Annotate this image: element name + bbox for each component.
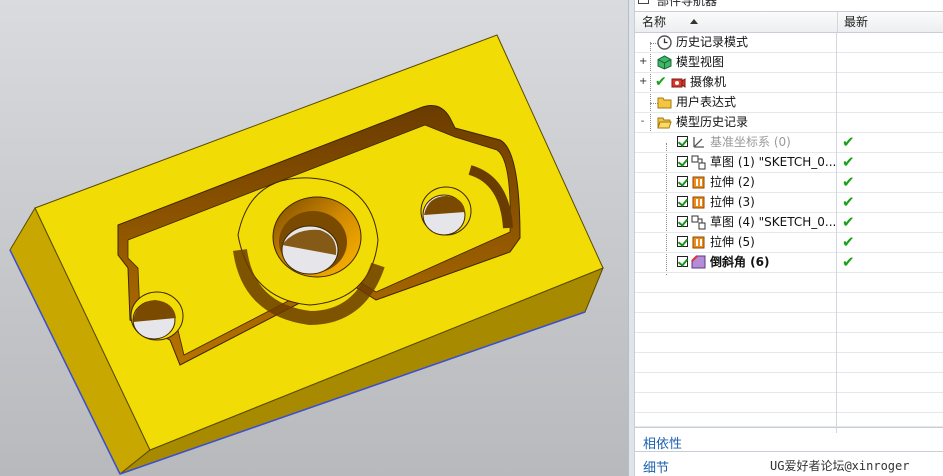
up-to-date-check-icon: ✔ [842, 213, 855, 231]
details-section[interactable]: 细节 UG爱好者论坛@xinroger [635, 451, 943, 476]
empty-row [635, 353, 943, 373]
up-to-date-check-icon: ✔ [842, 153, 855, 171]
node-label: 基准坐标系 (0) [710, 135, 791, 149]
sketch-icon [691, 215, 706, 230]
empty-row [635, 273, 943, 293]
empty-row [635, 313, 943, 333]
tree-node-extrude-2[interactable]: 拉伸 (2) ✔ [635, 173, 943, 193]
node-label: 摄像机 [690, 75, 727, 89]
node-label: 模型视图 [676, 55, 725, 69]
model-view-icon [657, 55, 672, 70]
tree-node-model-history[interactable]: - 模型历史记录 [635, 113, 943, 133]
visibility-checkbox[interactable] [677, 236, 688, 247]
visibility-checkbox[interactable] [677, 216, 688, 227]
camera-icon [671, 75, 686, 90]
up-to-date-check-icon: ✔ [842, 193, 855, 211]
sort-ascending-icon [690, 19, 698, 24]
expand-icon[interactable]: + [639, 77, 647, 87]
tree-node-sketch-1[interactable]: 草图 (1) "SKETCH_0... ✔ [635, 153, 943, 173]
visibility-checkbox[interactable] [677, 196, 688, 207]
watermark-text: UG爱好者论坛@xinroger [770, 459, 910, 473]
tree-node-cameras[interactable]: + ✔ 摄像机 [635, 73, 943, 93]
navigator-title: 部件导航器 [657, 0, 718, 8]
node-label: 草图 (1) "SKETCH_0... [710, 155, 837, 169]
up-to-date-check-icon: ✔ [842, 233, 855, 251]
column-latest-label: 最新 [844, 15, 869, 29]
node-label: 拉伸 (3) [710, 195, 755, 209]
column-name-label: 名称 [642, 15, 667, 29]
tree-node-history-mode[interactable]: 历史记录模式 [635, 33, 943, 53]
extrude-icon [691, 235, 706, 250]
navigator-title-bar: 部件导航器 [635, 0, 943, 8]
tree-header: 名称 最新 [635, 12, 943, 33]
node-label: 倒斜角 (6) [710, 255, 770, 269]
tree-node-extrude-5[interactable]: 拉伸 (5) ✔ [635, 233, 943, 253]
node-label: 草图 (4) "SKETCH_0... [710, 215, 837, 229]
panel-splitter[interactable] [628, 0, 635, 476]
tree-node-sketch-4[interactable]: 草图 (4) "SKETCH_0... ✔ [635, 213, 943, 233]
visibility-checkbox[interactable] [677, 156, 688, 167]
extrude-icon [691, 195, 706, 210]
expand-icon[interactable]: + [639, 57, 647, 67]
dependencies-label[interactable]: 相依性 [643, 433, 682, 452]
node-label: 拉伸 (5) [710, 235, 755, 249]
part-navigator-panel: 部件导航器 名称 最新 历史记录模式 + 模型视图 + ✔ 摄像机 用户表达式 … [635, 0, 943, 476]
visibility-checkbox[interactable] [677, 256, 688, 267]
tree-node-datum-csys[interactable]: 基准坐标系 (0) ✔ [635, 133, 943, 153]
chamfer-icon [691, 255, 706, 270]
empty-row [635, 413, 943, 433]
empty-row [635, 293, 943, 313]
tree-node-user-expressions[interactable]: 用户表达式 [635, 93, 943, 113]
column-header-latest[interactable]: 最新 [837, 12, 943, 32]
clock-icon [657, 35, 672, 50]
empty-row [635, 393, 943, 413]
node-label: 历史记录模式 [676, 35, 749, 49]
column-header-name[interactable]: 名称 [642, 12, 835, 32]
pin-checkbox[interactable] [638, 0, 649, 4]
details-label[interactable]: 细节 [643, 457, 669, 476]
node-label: 模型历史记录 [676, 115, 749, 129]
up-to-date-check-icon: ✔ [842, 173, 855, 191]
check-icon: ✔ [655, 74, 667, 90]
extrude-icon [691, 175, 706, 190]
visibility-checkbox[interactable] [677, 136, 688, 147]
node-label: 拉伸 (2) [710, 175, 755, 189]
folder-icon [657, 95, 672, 110]
tree-rows: 历史记录模式 + 模型视图 + ✔ 摄像机 用户表达式 - 模型历史记录 基准坐… [635, 33, 943, 433]
up-to-date-check-icon: ✔ [842, 133, 855, 151]
tree-node-model-views[interactable]: + 模型视图 [635, 53, 943, 73]
part-model[interactable] [0, 0, 628, 476]
tree-node-chamfer-6[interactable]: 倒斜角 (6) ✔ [635, 253, 943, 273]
collapse-icon[interactable]: - [639, 117, 646, 127]
graphics-viewport[interactable] [0, 0, 628, 476]
tree-node-extrude-3[interactable]: 拉伸 (3) ✔ [635, 193, 943, 213]
empty-row [635, 373, 943, 393]
feature-tree[interactable]: 名称 最新 历史记录模式 + 模型视图 + ✔ 摄像机 用户表达式 - 模型历史… [635, 11, 943, 433]
up-to-date-check-icon: ✔ [842, 253, 855, 271]
datum-csys-icon [691, 135, 706, 150]
sketch-icon [691, 155, 706, 170]
folder-open-icon [657, 115, 672, 130]
empty-row [635, 333, 943, 353]
node-label: 用户表达式 [676, 95, 737, 109]
visibility-checkbox[interactable] [677, 176, 688, 187]
dependencies-section[interactable]: 相依性 [635, 427, 943, 452]
